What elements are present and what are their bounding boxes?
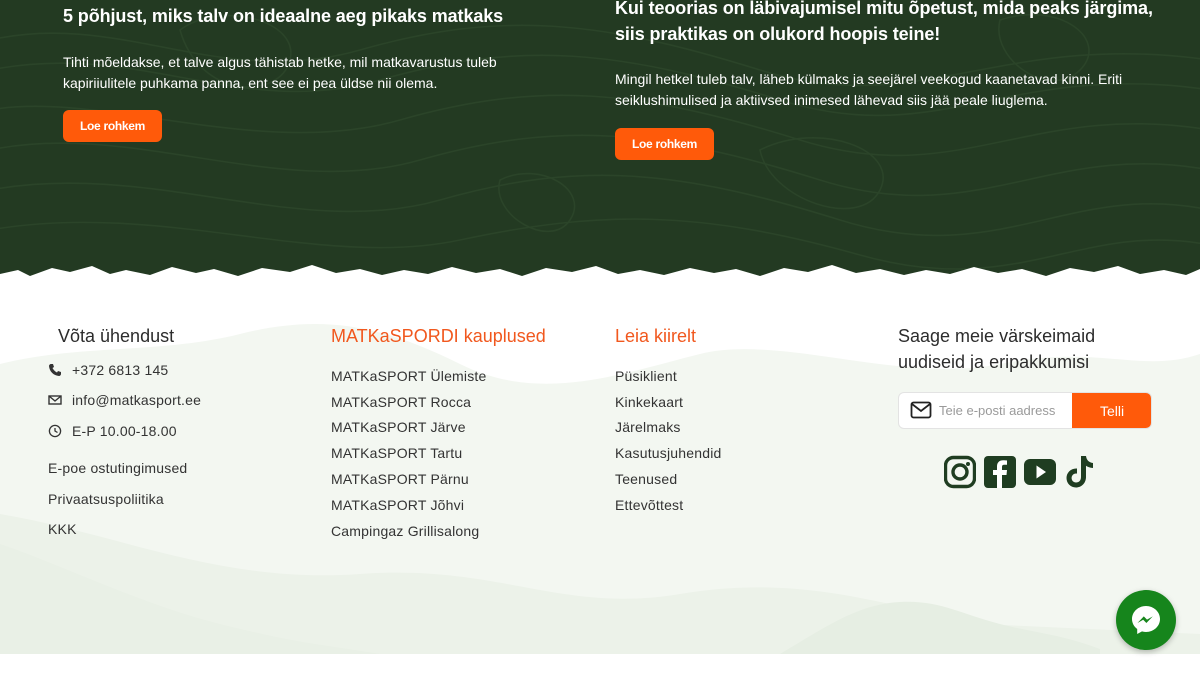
blog-section: 5 põhjust, miks talv on ideaalne aeg pik… bbox=[0, 0, 1200, 290]
store-link-johvi[interactable]: MATKaSPORT Jõhvi bbox=[331, 496, 464, 514]
privacy-link[interactable]: Privaatsuspoliitika bbox=[48, 490, 164, 508]
mail-icon bbox=[910, 401, 932, 419]
phone-row[interactable]: +372 6813 145 bbox=[48, 361, 168, 379]
store-link-rocca[interactable]: MATKaSPORT Rocca bbox=[331, 393, 471, 411]
quick-link-ettevottest[interactable]: Ettevõttest bbox=[615, 496, 683, 514]
email-address[interactable]: info@matkasport.ee bbox=[72, 391, 201, 409]
email-row[interactable]: info@matkasport.ee bbox=[48, 391, 201, 409]
read-more-button[interactable]: Loe rohkem bbox=[615, 128, 715, 160]
quick-link-kasutusjuhendid[interactable]: Kasutusjuhendid bbox=[615, 444, 722, 462]
store-link-ulemiste[interactable]: MATKaSPORT Ülemiste bbox=[331, 367, 487, 385]
tiktok-icon[interactable] bbox=[1064, 454, 1096, 490]
blog-card-title[interactable]: 5 põhjust, miks talv on ideaalne aeg pik… bbox=[63, 3, 563, 29]
subscribe-button[interactable]: Telli bbox=[1072, 393, 1151, 428]
read-more-button[interactable]: Loe rohkem bbox=[63, 110, 163, 142]
stores-heading: MATKaSPORDI kauplused bbox=[331, 326, 546, 346]
social-links bbox=[944, 454, 1096, 490]
newsletter-form: Telli bbox=[898, 392, 1152, 429]
quick-link-jarelmaks[interactable]: Järelmaks bbox=[615, 418, 681, 436]
instagram-icon[interactable] bbox=[944, 454, 976, 490]
blog-card-text: Tihti mõeldakse, et talve algus tähistab… bbox=[63, 54, 497, 91]
blog-card-title[interactable]: Kui teoorias on läbivajumisel mitu õpetu… bbox=[615, 0, 1155, 47]
blog-card: Kui teoorias on läbivajumisel mitu õpetu… bbox=[615, 0, 1155, 160]
phone-number[interactable]: +372 6813 145 bbox=[72, 361, 168, 379]
footer: Võta ühendust +372 6813 145 info@matkasp… bbox=[0, 284, 1200, 654]
quick-links-heading: Leia kiirelt bbox=[615, 326, 697, 346]
newsletter-heading: Saage meie värskeimaid uudiseid ja eripa… bbox=[898, 326, 1096, 372]
contact-heading: Võta ühendust bbox=[58, 326, 175, 346]
blog-card: 5 põhjust, miks talv on ideaalne aeg pik… bbox=[63, 0, 563, 142]
store-link-grillisalong[interactable]: Campingaz Grillisalong bbox=[331, 522, 479, 540]
terms-link[interactable]: E-poe ostutingimused bbox=[48, 459, 187, 477]
hours-row: E-P 10.00-18.00 bbox=[48, 422, 177, 440]
quick-link-pusiklient[interactable]: Püsiklient bbox=[615, 367, 677, 385]
faq-link[interactable]: KKK bbox=[48, 520, 77, 538]
blog-card-text: Mingil hetkel tuleb talv, läheb külmaks … bbox=[615, 71, 1123, 108]
facebook-icon[interactable] bbox=[984, 454, 1016, 490]
opening-hours: E-P 10.00-18.00 bbox=[72, 423, 177, 439]
quick-link-kinkekaart[interactable]: Kinkekaart bbox=[615, 393, 683, 411]
store-link-jarve[interactable]: MATKaSPORT Järve bbox=[331, 418, 466, 436]
store-link-parnu[interactable]: MATKaSPORT Pärnu bbox=[331, 470, 469, 488]
youtube-icon[interactable] bbox=[1024, 454, 1056, 490]
quick-link-teenused[interactable]: Teenused bbox=[615, 470, 677, 488]
phone-icon bbox=[48, 363, 62, 377]
store-link-tartu[interactable]: MATKaSPORT Tartu bbox=[331, 444, 462, 462]
messenger-button[interactable] bbox=[1116, 590, 1176, 650]
messenger-icon bbox=[1132, 606, 1160, 634]
clock-icon bbox=[48, 424, 62, 438]
envelope-icon bbox=[48, 393, 62, 407]
newsletter-email-input[interactable] bbox=[939, 393, 1071, 428]
